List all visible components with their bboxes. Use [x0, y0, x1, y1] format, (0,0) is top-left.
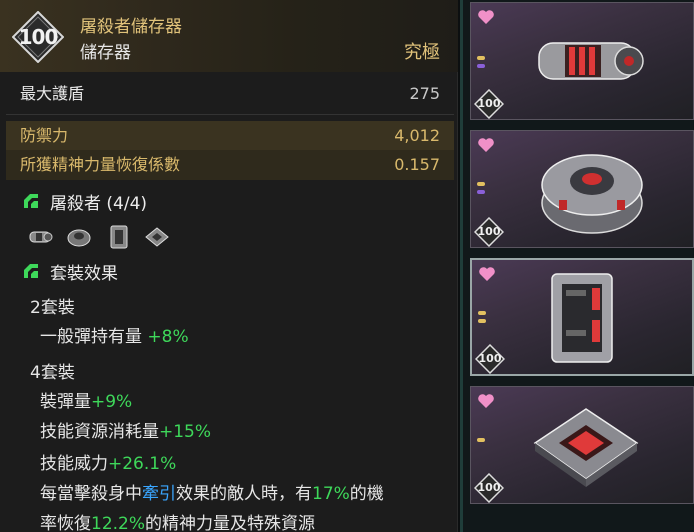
bonus-label: 技能資源消耗量: [40, 422, 159, 442]
set-icon: [24, 194, 38, 208]
inventory-card[interactable]: 100: [470, 130, 694, 248]
set4-line: 裝彈量+9%: [40, 387, 132, 412]
set4-description-line: 率恢復12.2%的精神力量及特殊資源: [40, 509, 315, 532]
favorite-heart-icon[interactable]: [477, 393, 495, 409]
bonus-value: +8%: [147, 327, 189, 347]
desc-text: 每當擊殺身中: [40, 484, 142, 504]
item-tooltip: 100 屠殺者儲存器 儲存器 究極 最大護盾 275 防禦力 4,012 所獲精…: [0, 0, 458, 532]
card-level-badge: 100: [473, 88, 505, 120]
favorite-heart-icon[interactable]: [477, 9, 495, 25]
ring-module-icon: [541, 154, 643, 234]
inventory-card[interactable]: 100: [470, 386, 694, 504]
set4-description-line: 每當擊殺身中牽引效果的敵人時，有17%的機: [40, 479, 384, 504]
card-level: 100: [477, 225, 501, 238]
bonus-label: 一般彈持有量: [40, 327, 148, 347]
card-level: 100: [478, 352, 502, 365]
column-edge: [460, 0, 463, 532]
stat-row-defense: 防禦力 4,012: [6, 121, 454, 151]
stat-row-max-shield: 最大護盾 275: [6, 79, 454, 109]
desc-text: 的機: [349, 484, 384, 504]
set2-line: 一般彈持有量 +8%: [40, 322, 189, 347]
yellow-tag-icon: [478, 319, 486, 323]
favorite-heart-icon[interactable]: [478, 266, 496, 282]
bonus-value: +9%: [91, 392, 133, 412]
level-badge: 100: [12, 11, 64, 63]
set-name: 屠殺者 (4/4): [50, 194, 148, 214]
card-level: 100: [477, 481, 501, 494]
yellow-tag-icon: [477, 438, 485, 442]
bonus-value: +15%: [159, 422, 212, 442]
purple-tag-icon: [477, 64, 485, 68]
cylinder-part-icon: [29, 231, 53, 243]
card-level: 100: [477, 97, 501, 110]
yellow-tag-icon: [478, 311, 486, 315]
recovery-value: 12.2%: [91, 514, 146, 532]
blue-tag-icon: [477, 190, 485, 194]
desc-text: 率恢復: [40, 514, 91, 532]
desc-text: 效果的敵人時，有: [176, 484, 312, 504]
stat-label: 所獲精神力量恢復係數: [20, 155, 181, 174]
desc-text: 的精神力量及特殊資源: [145, 514, 316, 532]
stat-value: 4,012: [394, 126, 440, 145]
proc-chance: 17%: [312, 484, 350, 504]
stat-row-psi-recovery: 所獲精神力量恢復係數 0.157: [6, 150, 454, 180]
set4-title: 4套裝: [30, 363, 75, 383]
block-part-icon: [110, 225, 128, 249]
set-effect-title: 套裝效果: [50, 264, 118, 284]
item-type: 儲存器: [80, 43, 131, 63]
favorite-heart-icon[interactable]: [477, 137, 495, 153]
yellow-tag-icon: [477, 182, 485, 186]
bonus-value: +26.1%: [108, 454, 177, 474]
bonus-label: 裝彈量: [40, 392, 91, 412]
keyword-tether: 牽引: [142, 484, 176, 504]
inventory-card[interactable]: 100: [470, 2, 694, 120]
level-value: 100: [18, 25, 59, 49]
item-name: 屠殺者儲存器: [80, 17, 182, 37]
card-level-badge: 100: [473, 216, 505, 248]
stat-label: 防禦力: [20, 126, 69, 145]
card-level-badge: 100: [474, 343, 506, 375]
block-module-icon: [551, 273, 613, 363]
item-rarity: 究極: [404, 42, 440, 63]
square-module-icon: [533, 408, 639, 487]
divider: [6, 114, 454, 115]
ring-part-icon: [67, 229, 91, 247]
bonus-label: 技能威力: [40, 454, 108, 474]
stat-value: 0.157: [394, 155, 440, 174]
cylinder-module-icon: [538, 42, 644, 80]
tooltip-header: 100 屠殺者儲存器 儲存器 究極: [0, 0, 458, 72]
inventory-card-selected[interactable]: 100: [470, 258, 694, 376]
stat-label: 最大護盾: [20, 84, 85, 103]
set4-line: 技能威力+26.1%: [40, 449, 176, 474]
set4-line: 技能資源消耗量+15%: [40, 417, 211, 442]
set-effect-icon: [24, 264, 38, 278]
set2-title: 2套裝: [30, 298, 75, 318]
card-level-badge: 100: [473, 472, 505, 504]
yellow-tag-icon: [477, 56, 485, 60]
square-part-icon: [145, 227, 169, 247]
stat-value: 275: [409, 84, 440, 103]
